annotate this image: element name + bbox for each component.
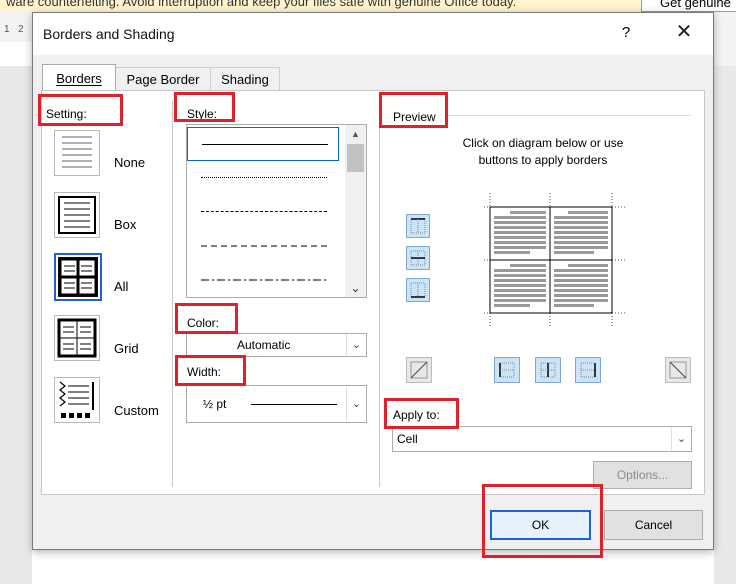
annotation-box-preview (379, 92, 448, 128)
close-button[interactable]: ✕ (673, 21, 695, 43)
setting-none-icon[interactable] (54, 130, 100, 176)
chevron-down-icon: ⌄ (346, 334, 366, 356)
style-option-dotted[interactable] (187, 161, 339, 195)
divider (379, 101, 380, 487)
top-border-button[interactable] (406, 214, 430, 238)
ruler-left: 1 2 (0, 12, 32, 42)
annotation-box-setting (38, 94, 123, 126)
setting-custom-label[interactable]: Custom (114, 403, 159, 418)
preview-instructions: Click on diagram below or use buttons to… (382, 135, 704, 169)
annotation-box-color (175, 303, 238, 334)
style-listbox[interactable]: ▲ ⌄ (186, 124, 367, 298)
diagonal-up-border-button[interactable] (665, 357, 691, 383)
setting-grid-label[interactable]: Grid (114, 341, 139, 356)
setting-all-icon[interactable] (54, 253, 102, 301)
setting-none-label[interactable]: None (114, 155, 145, 170)
apply-to-dropdown[interactable]: Cell ⌄ (392, 426, 692, 452)
tab-label: Page Border (126, 72, 200, 87)
style-option-solid[interactable] (187, 127, 339, 161)
style-option-small-dashed[interactable] (187, 195, 339, 229)
setting-custom-icon[interactable] (54, 377, 100, 423)
solid-line (202, 144, 328, 145)
width-value: ½ pt (203, 397, 227, 411)
divider (172, 101, 173, 487)
ruler-mark: 1 (4, 24, 10, 35)
chevron-down-icon: ⌄ (671, 427, 691, 451)
annotation-box-apply-to (384, 398, 459, 429)
apply-to-value: Cell (397, 432, 418, 446)
width-line-sample (251, 404, 337, 405)
diagonal-down-border-button[interactable] (406, 357, 432, 383)
width-dropdown[interactable]: ½ pt ⌄ (186, 385, 367, 423)
ruler-mark: 2 (18, 24, 24, 35)
preview-instruction-line: buttons to apply borders (478, 153, 608, 167)
preview-diagram[interactable] (482, 193, 632, 327)
annotation-box-ok (482, 484, 603, 558)
inside-horizontal-border-button[interactable] (406, 246, 430, 270)
setting-box-icon[interactable] (54, 192, 100, 238)
scroll-thumb[interactable] (347, 144, 364, 172)
preview-instruction-line: Click on diagram below or use (462, 136, 624, 150)
small-dashed-line (201, 211, 327, 212)
chevron-down-icon: ⌄ (346, 386, 366, 422)
color-value: Automatic (237, 338, 291, 352)
cancel-button[interactable]: Cancel (604, 510, 703, 540)
setting-box-label[interactable]: Box (114, 217, 136, 232)
dotted-line (201, 177, 327, 178)
options-button[interactable]: Options... (593, 461, 692, 489)
annotation-box-style (174, 92, 235, 122)
style-option-dash-dot[interactable] (187, 263, 339, 297)
help-button[interactable]: ? (619, 24, 633, 41)
preview-rule (447, 115, 691, 116)
style-option-dashed[interactable] (187, 229, 339, 263)
setting-all-label[interactable]: All (114, 279, 128, 294)
setting-grid-icon[interactable] (54, 315, 100, 361)
license-banner-text: ware counterfeiting. Avoid interruption … (6, 0, 517, 9)
tab-borders[interactable]: Borders (42, 64, 116, 90)
left-border-button[interactable] (494, 357, 520, 383)
borders-shading-dialog: Borders and Shading ? ✕ Borders Page Bor… (32, 12, 714, 550)
dialog-title: Borders and Shading (43, 26, 175, 42)
document-margin-right (714, 66, 736, 584)
ruler-right (714, 12, 736, 72)
scroll-down-icon[interactable]: ⌄ (345, 279, 366, 297)
scroll-up-icon[interactable]: ▲ (345, 125, 366, 143)
borders-panel: Setting: None Box All Grid Custom Style:… (41, 90, 705, 495)
color-dropdown[interactable]: Automatic ⌄ (186, 333, 367, 357)
style-scrollbar[interactable]: ▲ ⌄ (345, 125, 366, 297)
dialog-titlebar: Borders and Shading ? ✕ (33, 13, 713, 55)
get-genuine-button[interactable]: Get genuine (641, 0, 736, 12)
inside-vertical-border-button[interactable] (535, 357, 561, 383)
right-border-button[interactable] (575, 357, 601, 383)
bottom-border-button[interactable] (406, 278, 430, 302)
annotation-box-width (175, 355, 246, 386)
tab-label: Borders (56, 71, 102, 86)
tab-label: Shading (221, 72, 269, 87)
document-margin-left (0, 66, 32, 584)
license-banner: ware counterfeiting. Avoid interruption … (0, 0, 736, 12)
